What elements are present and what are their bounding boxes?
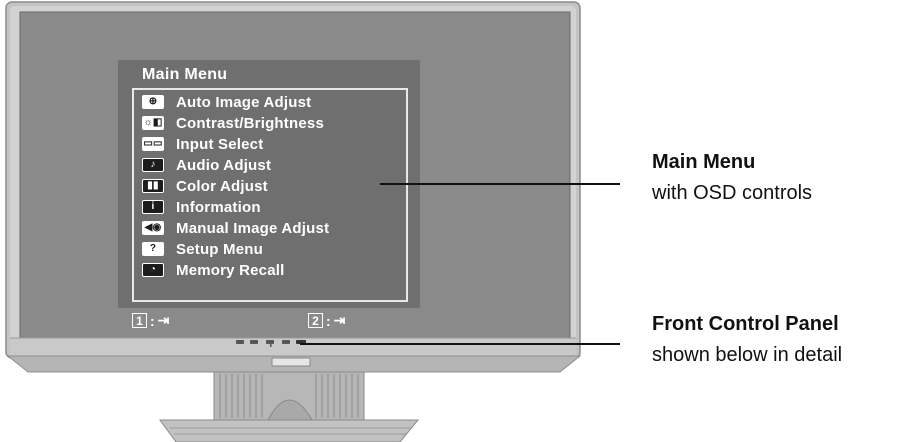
menu-item-contrast-brightness[interactable]: ☼◧ Contrast/Brightness [142, 113, 324, 133]
menu-item-label: Color Adjust [176, 177, 268, 195]
menu-item-label: Setup Menu [176, 240, 263, 258]
menu-item-label: Manual Image Adjust [176, 219, 330, 237]
key-hint-enter: 2 : ⇥ [308, 312, 345, 329]
front-panel-callout-subtitle: shown below in detail [652, 344, 843, 366]
menu-item-manual-image-adjust[interactable]: ◀◉ Manual Image Adjust [142, 218, 329, 238]
input-select-icon: ▭▭ [142, 137, 164, 151]
key-number: 2 [308, 313, 323, 328]
menu-item-label: Contrast/Brightness [176, 114, 324, 132]
front-panel-callout-line [300, 343, 620, 345]
osd-menu-list: ⊕ Auto Image Adjust ☼◧ Contrast/Brightne… [132, 88, 408, 302]
menu-item-label: Auto Image Adjust [176, 93, 312, 111]
osd-menu-title: Main Menu [142, 66, 228, 83]
menu-item-auto-image-adjust[interactable]: ⊕ Auto Image Adjust [142, 92, 311, 112]
menu-item-input-select[interactable]: ▭▭ Input Select [142, 134, 263, 154]
contrast-brightness-icon: ☼◧ [142, 116, 164, 130]
enter-icon: ⇥ [333, 312, 346, 328]
key-separator: : [326, 312, 331, 329]
audio-icon: ♪ [142, 158, 164, 172]
setup-icon: ? [142, 242, 164, 256]
exit-icon: ⇥ [157, 312, 170, 328]
osd-main-menu: Main Menu ⊕ Auto Image Adjust ☼◧ Contras… [118, 60, 420, 329]
key-number: 1 [132, 313, 147, 328]
menu-item-setup-menu[interactable]: ? Setup Menu [142, 239, 263, 259]
menu-item-label: Audio Adjust [176, 156, 272, 174]
front-panel-callout: Front Control Panel shown below in detai… [652, 313, 842, 367]
menu-item-label: Memory Recall [176, 261, 285, 279]
auto-adjust-icon: ⊕ [142, 95, 164, 109]
menu-item-memory-recall[interactable]: ◔ Memory Recall [142, 260, 284, 280]
information-icon: i [142, 200, 164, 214]
menu-item-label: Input Select [176, 135, 264, 153]
key-separator: : [150, 312, 155, 329]
menu-item-color-adjust[interactable]: ▮▮ Color Adjust [142, 176, 268, 196]
main-menu-callout-subtitle: with OSD controls [652, 182, 813, 204]
menu-item-audio-adjust[interactable]: ♪ Audio Adjust [142, 155, 271, 175]
main-menu-callout: Main Menu with OSD controls [652, 151, 812, 205]
color-icon: ▮▮ [142, 179, 164, 193]
monitor-stand [159, 371, 420, 442]
main-menu-callout-title: Main Menu [652, 151, 756, 173]
menu-item-information[interactable]: i Information [142, 197, 261, 217]
memory-recall-icon: ◔ [142, 263, 164, 277]
main-menu-callout-line [380, 183, 620, 185]
key-hint-exit: 1 : ⇥ [132, 312, 169, 329]
front-panel-callout-title: Front Control Panel [652, 313, 839, 335]
menu-item-label: Information [176, 198, 261, 216]
manual-adjust-icon: ◀◉ [142, 221, 164, 235]
